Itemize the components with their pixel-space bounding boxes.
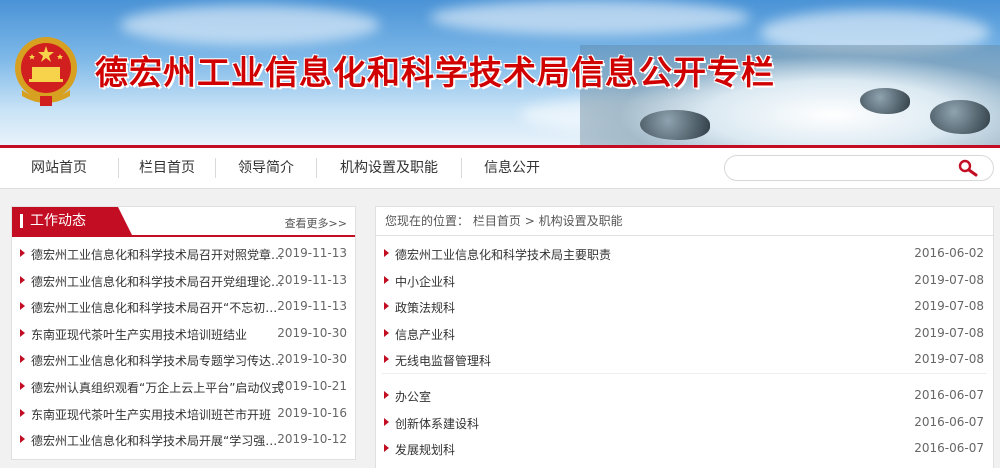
news-item[interactable]: 德宏州工业信息化和科学技术局专题学习传达会议精神2019-10-30 xyxy=(12,346,355,373)
list-item-date: 2019-07-08 xyxy=(914,325,984,340)
news-item[interactable]: 德宏州工业信息化和科学技术局召开党组理论学习中心组学习会议2019-11-13 xyxy=(12,267,355,294)
breadcrumb: 您现在的位置： 栏目首页 > 机构设置及职能 xyxy=(376,207,993,236)
list-item[interactable]: 信息产业科 2019-07-08 xyxy=(376,320,993,347)
rock-decoration xyxy=(860,88,910,114)
main-nav: 网站首页 栏目首页 领导简介 机构设置及职能 信息公开 xyxy=(0,145,1000,189)
arrow-right-icon xyxy=(20,408,25,417)
list-item[interactable]: 办公室 2016-06-07 xyxy=(376,382,993,409)
news-item-date: 2019-10-21 xyxy=(277,378,347,393)
news-item-title[interactable]: 德宏州工业信息化和科学技术局召开党组理论学习中心组学习会议 xyxy=(31,273,286,290)
news-panel-header: 工作动态 查看更多>> xyxy=(12,207,355,237)
arrow-right-icon xyxy=(384,249,389,257)
list-divider xyxy=(382,372,987,382)
arrow-right-icon xyxy=(20,355,25,364)
news-item-title[interactable]: 德宏州工业信息化和科学技术局开展“学习强国”学习活动 xyxy=(31,432,286,449)
header-banner: 德宏州工业信息化和科学技术局信息公开专栏 xyxy=(0,0,1000,145)
news-tab: 工作动态 xyxy=(12,207,132,235)
nav-leadership[interactable]: 领导简介 xyxy=(216,148,316,188)
list-item-date: 2016-06-07 xyxy=(914,414,984,429)
list-item-date: 2019-07-08 xyxy=(914,299,984,314)
news-item[interactable]: 德宏州工业信息化和科学技术局开展“学习强国”学习活动2019-10-12 xyxy=(12,426,355,453)
arrow-right-icon xyxy=(20,328,25,337)
list-item-date: 2016-06-07 xyxy=(914,441,984,456)
site-title: 德宏州工业信息化和科学技术局信息公开专栏 xyxy=(95,53,775,92)
news-item-date: 2019-11-13 xyxy=(277,246,347,260)
search-icon[interactable] xyxy=(957,159,979,177)
news-panel: 工作动态 查看更多>> 德宏州工业信息化和科学技术局召开对照党章党规找差距专题会… xyxy=(11,206,356,460)
arrow-right-icon xyxy=(20,302,25,311)
news-item-title[interactable]: 德宏州工业信息化和科学技术局召开“不忘初心、牢记使命”主题教育会议 xyxy=(31,299,286,316)
news-item-title[interactable]: 德宏州工业信息化和科学技术局召开对照党章党规找差距专题会议 xyxy=(31,246,286,263)
news-item[interactable]: 东南亚现代茶叶生产实用技术培训班结业 2019-10-30 xyxy=(12,320,355,347)
list-item[interactable]: 中小企业科 2019-07-08 xyxy=(376,267,993,294)
arrow-right-icon xyxy=(20,381,25,390)
list-item-title[interactable]: 政策法规科 xyxy=(395,299,455,316)
list-item-title[interactable]: 无线电监督管理科 xyxy=(395,352,491,369)
org-list: 德宏州工业信息化和科学技术局主要职责 2016-06-02 中小企业科 2019-0… xyxy=(376,236,993,462)
list-item-title[interactable]: 创新体系建设科 xyxy=(395,415,479,432)
nav-column-home[interactable]: 栏目首页 xyxy=(119,148,215,188)
list-item[interactable]: 创新体系建设科 2016-06-07 xyxy=(376,409,993,436)
news-item-title[interactable]: 东南亚现代茶叶生产实用技术培训班芒市开班 xyxy=(31,406,286,423)
list-item[interactable]: 发展规划科 2016-06-07 xyxy=(376,435,993,462)
list-item-date: 2019-07-08 xyxy=(914,272,984,287)
breadcrumb-prefix: 您现在的位置： xyxy=(385,214,470,228)
list-item-title[interactable]: 发展规划科 xyxy=(395,441,455,458)
arrow-right-icon xyxy=(20,275,25,284)
cloud-decoration xyxy=(120,5,380,45)
news-item[interactable]: 东南亚现代茶叶生产实用技术培训班芒市开班 2019-10-16 xyxy=(12,400,355,427)
arrow-right-icon xyxy=(384,355,389,364)
arrow-right-icon xyxy=(20,249,25,257)
tab-bar-decoration xyxy=(20,214,23,228)
nav-info-disclosure[interactable]: 信息公开 xyxy=(462,148,562,188)
list-item[interactable]: 政策法规科 2019-07-08 xyxy=(376,293,993,320)
news-item-date: 2019-11-13 xyxy=(277,299,347,314)
list-item-date: 2016-06-02 xyxy=(914,246,984,260)
breadcrumb-current[interactable]: 机构设置及职能 xyxy=(539,214,623,228)
news-item[interactable]: 德宏州工业信息化和科学技术局召开“不忘初心、牢记使命”主题教育会议2019-11… xyxy=(12,293,355,320)
news-item[interactable]: 德宏州工业信息化和科学技术局召开对照党章党规找差距专题会议2019-11-13 xyxy=(12,240,355,267)
news-item-date: 2019-11-13 xyxy=(277,272,347,287)
national-emblem-icon xyxy=(15,37,77,106)
list-item-title[interactable]: 德宏州工业信息化和科学技术局主要职责 xyxy=(395,246,611,263)
arrow-right-icon xyxy=(20,435,25,444)
news-title: 工作动态 xyxy=(30,213,86,229)
list-item-title[interactable]: 办公室 xyxy=(395,388,431,405)
news-item-date: 2019-10-30 xyxy=(277,352,347,367)
news-item-date: 2019-10-16 xyxy=(277,405,347,420)
list-item-title[interactable]: 信息产业科 xyxy=(395,326,455,343)
arrow-right-icon xyxy=(384,328,389,337)
cloud-decoration xyxy=(430,0,750,35)
view-more-link[interactable]: 查看更多>> xyxy=(285,215,347,231)
arrow-right-icon xyxy=(384,390,389,399)
search-box xyxy=(724,155,994,181)
arrow-right-icon xyxy=(384,275,389,284)
rock-decoration xyxy=(640,110,710,140)
nav-home[interactable]: 网站首页 xyxy=(0,148,118,188)
news-item-date: 2019-10-12 xyxy=(277,432,347,447)
news-item[interactable]: 德宏州认真组织观看“万企上云上平台”启动仪式 2019-10-21 xyxy=(12,373,355,400)
list-item-title[interactable]: 中小企业科 xyxy=(395,273,455,290)
content-panel: 您现在的位置： 栏目首页 > 机构设置及职能 德宏州工业信息化和科学技术局主要职… xyxy=(375,206,994,468)
news-list: 德宏州工业信息化和科学技术局召开对照党章党规找差距专题会议2019-11-13 … xyxy=(12,237,355,453)
nav-organization[interactable]: 机构设置及职能 xyxy=(317,148,461,188)
list-item-date: 2016-06-07 xyxy=(914,387,984,402)
news-item-title[interactable]: 德宏州认真组织观看“万企上云上平台”启动仪式 xyxy=(31,379,286,396)
search-input[interactable] xyxy=(735,158,939,178)
breadcrumb-column-home[interactable]: 栏目首页 xyxy=(473,214,521,228)
news-item-date: 2019-10-30 xyxy=(277,325,347,340)
rock-decoration xyxy=(930,100,990,134)
breadcrumb-separator: > xyxy=(524,214,535,228)
arrow-right-icon xyxy=(384,302,389,311)
list-item[interactable]: 无线电监督管理科 2019-07-08 xyxy=(376,346,993,373)
list-item-date: 2019-07-08 xyxy=(914,352,984,367)
news-item-title[interactable]: 德宏州工业信息化和科学技术局专题学习传达会议精神 xyxy=(31,352,286,369)
arrow-right-icon xyxy=(384,444,389,453)
arrow-right-icon xyxy=(384,417,389,426)
news-item-title[interactable]: 东南亚现代茶叶生产实用技术培训班结业 xyxy=(31,326,286,343)
list-item[interactable]: 德宏州工业信息化和科学技术局主要职责 2016-06-02 xyxy=(376,240,993,267)
